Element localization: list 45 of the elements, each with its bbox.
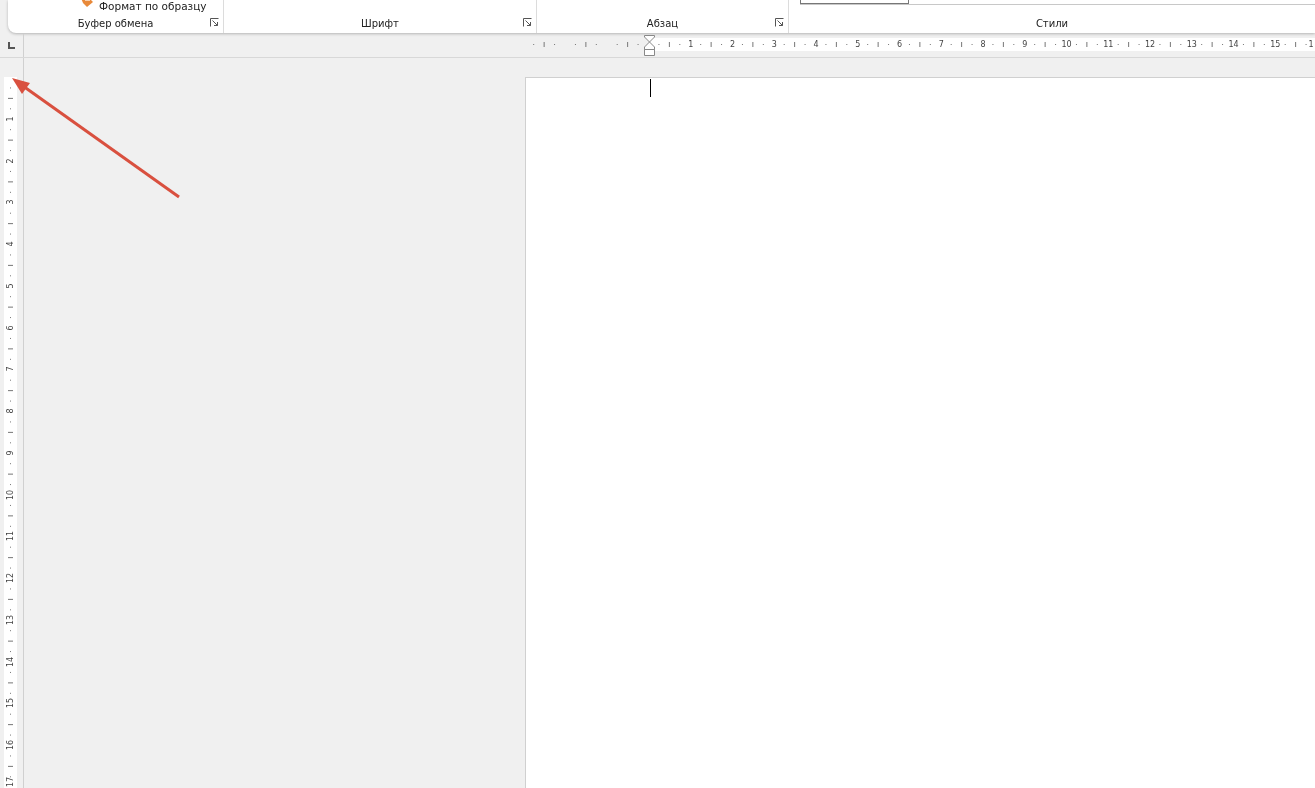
ruler-number: 4	[6, 240, 16, 249]
horizontal-ruler[interactable]: 1 2 3 4 5 6 7 8 9 10 11 12 13 14 15 1	[24, 34, 1315, 57]
ruler-number: 12	[6, 572, 16, 584]
dialog-launcher-icon[interactable]	[523, 18, 532, 27]
ruler-number: 14	[1227, 39, 1240, 51]
ruler-number: 4	[812, 39, 820, 51]
ruler-number: 5	[854, 39, 862, 51]
ruler-number: 2	[728, 39, 737, 51]
ruler-number: 8	[6, 407, 16, 416]
ruler-number: 3	[770, 39, 778, 51]
ruler-number: 16	[6, 739, 16, 751]
ruler-number: 1	[687, 39, 695, 51]
ruler-number: 14	[6, 655, 16, 668]
ruler-number: 10	[6, 488, 16, 501]
tab-stop-icon[interactable]	[8, 42, 15, 49]
ruler-number: 13	[1185, 39, 1198, 51]
indent-marker-icon[interactable]	[644, 35, 655, 56]
ruler-number: 1	[1307, 39, 1315, 51]
ruler-number: 15	[1269, 39, 1282, 51]
ruler-number: 10	[1060, 39, 1073, 51]
ruler-number: 11	[6, 530, 16, 543]
dialog-launcher-icon[interactable]	[775, 18, 784, 27]
group-label: Стили	[1035, 18, 1069, 29]
group-label: Абзац	[646, 18, 679, 29]
ruler-number: 7	[6, 365, 16, 374]
ruler-number: 15	[6, 697, 16, 710]
ruler-number: 5	[6, 282, 16, 291]
ruler-number: 17	[6, 776, 16, 788]
ruler-number: 12	[1143, 39, 1157, 51]
ruler-number: 13	[6, 613, 16, 626]
ruler-number: 9	[6, 449, 16, 458]
ruler-number: 7	[937, 39, 945, 51]
ruler-number: 3	[6, 198, 16, 207]
ruler-number: 8	[979, 39, 987, 51]
group-label: Шрифт	[361, 18, 399, 29]
ruler-number: 2	[6, 156, 16, 166]
format-painter-button[interactable]: Формат по образцу	[99, 0, 207, 12]
group-label: Буфер обмена	[77, 18, 154, 29]
text-cursor	[650, 79, 651, 97]
ruler-number: 9	[1021, 39, 1029, 51]
ruler-number: 6	[6, 323, 16, 333]
dialog-launcher-icon[interactable]	[210, 18, 219, 27]
ruler-number: 6	[895, 39, 904, 51]
ruler-number: 1	[6, 115, 16, 124]
ruler-number: 11	[1102, 39, 1115, 51]
